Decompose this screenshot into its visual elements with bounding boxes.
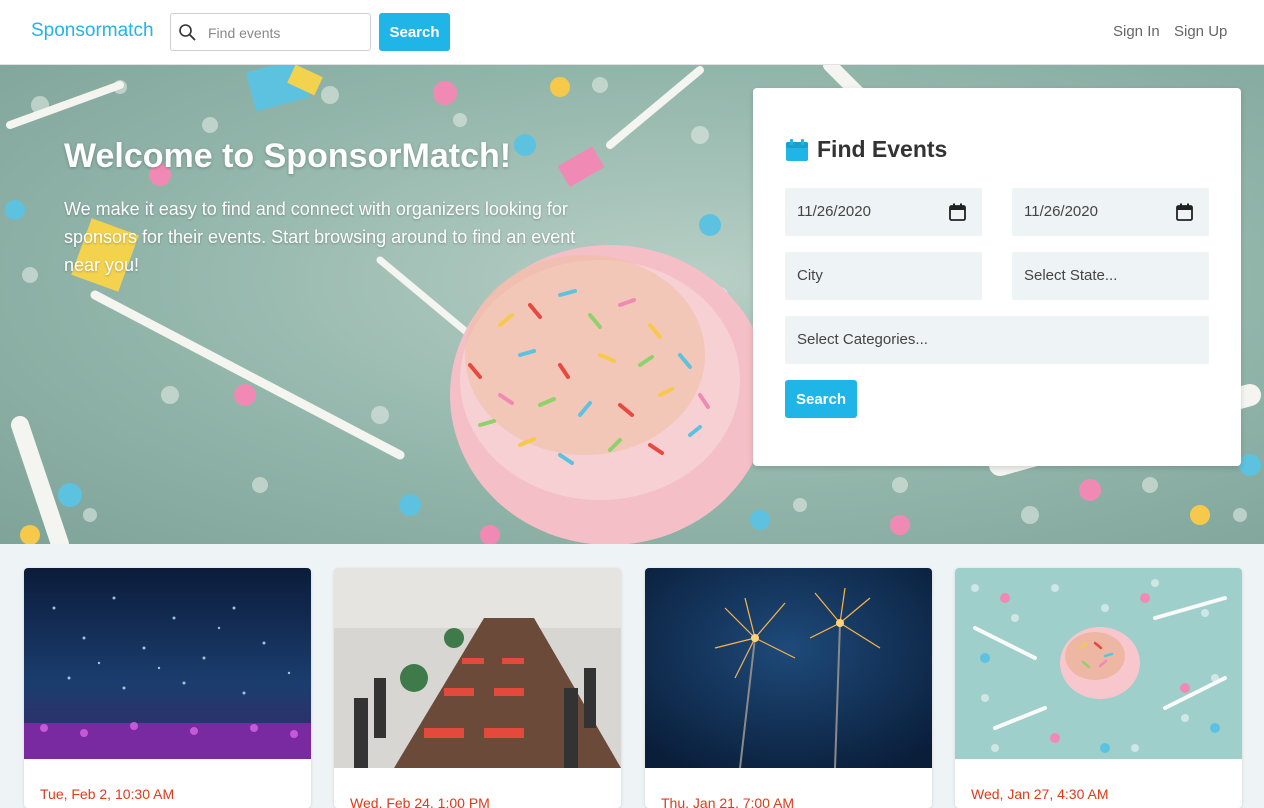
nav-search-box[interactable] [170, 13, 371, 51]
end-date-value: 11/26/2020 [1024, 203, 1098, 220]
event-image [24, 568, 311, 759]
categories-placeholder: Select Categories... [797, 331, 928, 348]
nav-search-button[interactable]: Search [379, 13, 450, 51]
search-icon [179, 24, 196, 41]
search-input[interactable] [208, 22, 363, 44]
event-image [334, 568, 621, 768]
find-events-panel: Find Events 11/26/2020 11/26/2020 City S… [753, 88, 1241, 466]
hero-title: Welcome to SponsorMatch! [64, 137, 512, 175]
event-card[interactable]: Tue, Feb 2, 10:30 AM [24, 568, 311, 808]
find-events-search-button[interactable]: Search [785, 380, 857, 418]
categories-select[interactable]: Select Categories... [785, 316, 1209, 364]
event-image [955, 568, 1242, 759]
calendar-icon [786, 139, 808, 161]
event-date: Thu, Jan 21, 7:00 AM [661, 795, 795, 808]
sign-in-link[interactable]: Sign In [1113, 23, 1160, 40]
event-card[interactable]: Wed, Feb 24, 1:00 PM [334, 568, 621, 808]
event-image [645, 568, 932, 768]
sign-up-link[interactable]: Sign Up [1174, 23, 1227, 40]
start-date-input[interactable]: 11/26/2020 [785, 188, 982, 236]
start-date-value: 11/26/2020 [797, 203, 871, 220]
state-placeholder: Select State... [1024, 267, 1118, 284]
city-placeholder: City [797, 267, 823, 284]
find-events-title: Find Events [817, 136, 948, 162]
brand-logo[interactable]: Sponsormatch [31, 20, 154, 42]
calendar-picker-icon[interactable] [1176, 203, 1193, 221]
hero-subtitle: We make it easy to find and connect with… [64, 199, 576, 275]
event-card[interactable]: Thu, Jan 21, 7:00 AM [645, 568, 932, 808]
calendar-picker-icon[interactable] [949, 203, 966, 221]
state-select[interactable]: Select State... [1012, 252, 1209, 300]
navbar: Sponsormatch Search Sign In Sign Up [0, 0, 1264, 65]
event-card[interactable]: Wed, Jan 27, 4:30 AM [955, 568, 1242, 808]
end-date-input[interactable]: 11/26/2020 [1012, 188, 1209, 236]
city-input[interactable]: City [785, 252, 982, 300]
event-date: Wed, Feb 24, 1:00 PM [350, 795, 490, 808]
